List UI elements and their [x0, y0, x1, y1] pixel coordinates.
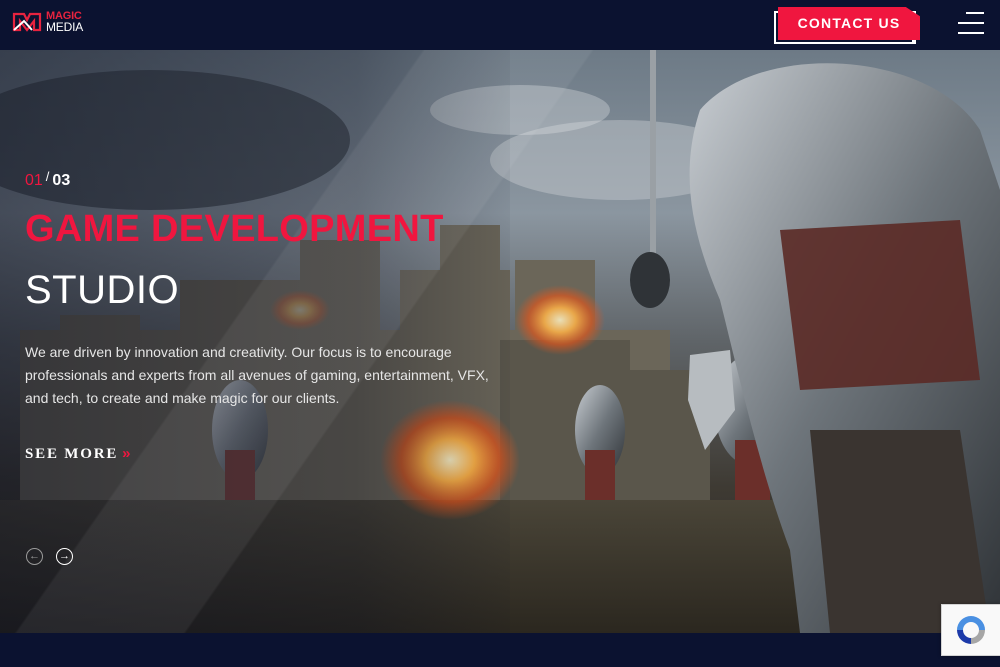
recaptcha-icon — [957, 616, 985, 644]
arrow-right-icon[interactable]: → — [56, 548, 73, 565]
slide-counter: 01/03 — [25, 169, 71, 190]
logo-icon — [12, 12, 42, 32]
contact-us-button[interactable]: CONTACT US — [778, 7, 920, 40]
double-chevron-right-icon: » — [122, 445, 133, 462]
hero-title-line-2: STUDIO — [25, 268, 180, 312]
menu-bar — [958, 22, 984, 24]
site-header: MAGIC MEDIA CONTACT US — [0, 0, 1000, 50]
hero-slider: 01/03 GAME DEVELOPMENT STUDIO We are dri… — [0, 50, 1000, 633]
logo-line-2: MEDIA — [46, 20, 84, 34]
contact-button-wrap: CONTACT US — [774, 7, 920, 44]
recaptcha-badge[interactable] — [941, 604, 1000, 656]
slide-separator: / — [45, 169, 50, 184]
footer-band — [0, 633, 1000, 667]
hero-title-line-1: GAME DEVELOPMENT — [25, 208, 444, 250]
arrow-left-icon[interactable]: ← — [26, 548, 43, 565]
menu-bar — [958, 32, 984, 34]
slide-current: 01 — [25, 172, 43, 189]
logo-text: MAGIC MEDIA — [46, 11, 84, 34]
see-more-link[interactable]: SEE MORE» — [25, 445, 132, 463]
menu-bar — [966, 12, 984, 14]
slide-total: 03 — [52, 172, 71, 189]
menu-icon[interactable] — [958, 12, 984, 34]
logo[interactable]: MAGIC MEDIA — [12, 11, 83, 33]
see-more-label: SEE MORE — [25, 446, 119, 462]
hero-description: We are driven by innovation and creativi… — [25, 344, 489, 406]
